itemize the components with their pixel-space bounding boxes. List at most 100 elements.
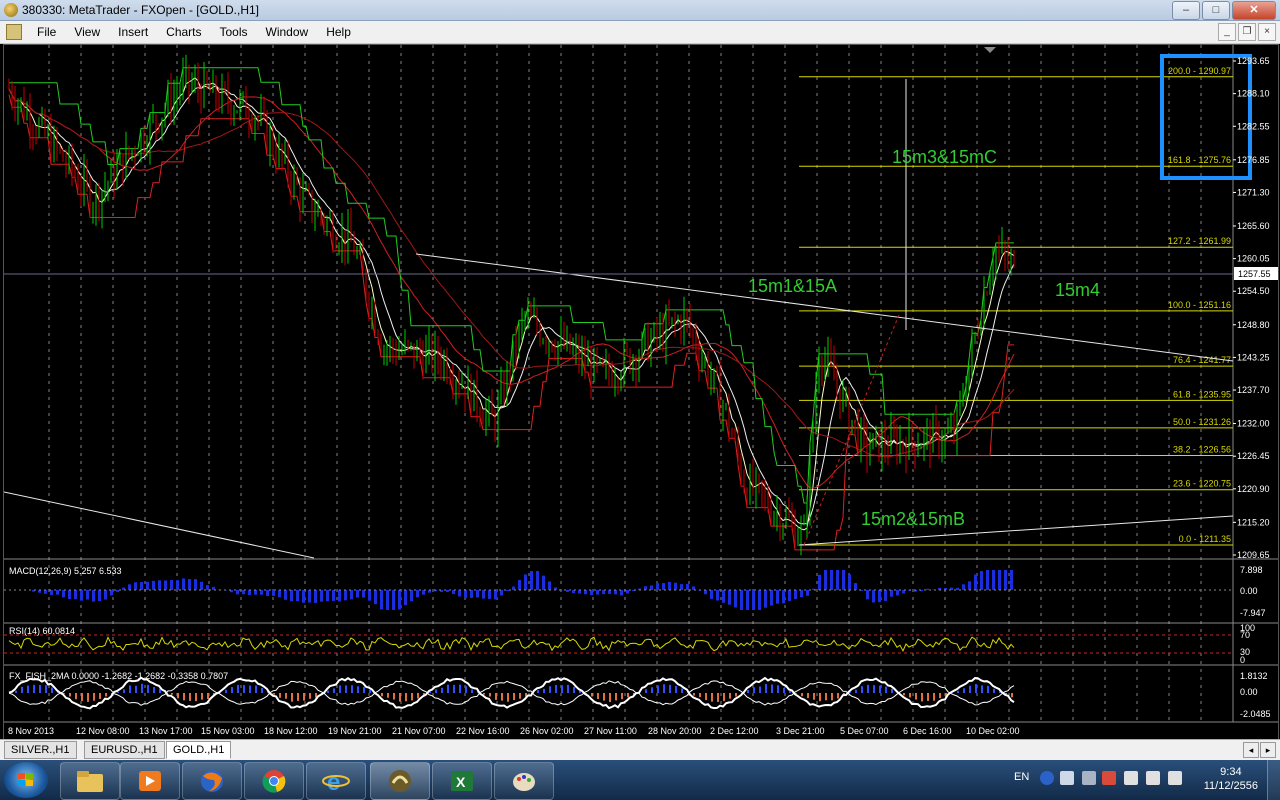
menu-window[interactable]: Window bbox=[257, 24, 318, 40]
fish-bar bbox=[609, 693, 611, 703]
fish-bar bbox=[825, 693, 827, 701]
fish-bar bbox=[243, 685, 245, 693]
fish-bar bbox=[333, 688, 335, 693]
macd-bar bbox=[92, 590, 95, 602]
fish-bar bbox=[195, 693, 197, 702]
taskbar-firefox-button[interactable] bbox=[182, 762, 242, 800]
fish-bar bbox=[21, 686, 23, 693]
action-center-icon[interactable] bbox=[1124, 771, 1138, 785]
svg-text:e: e bbox=[327, 769, 340, 794]
tab-eurusd[interactable]: EURUSD.,H1 bbox=[84, 741, 165, 759]
macd-bar bbox=[926, 588, 929, 590]
tab-silver[interactable]: SILVER.,H1 bbox=[4, 741, 77, 759]
macd-bar bbox=[188, 579, 191, 590]
menu-file[interactable]: File bbox=[28, 24, 65, 40]
taskbar-ie-button[interactable]: e bbox=[306, 762, 366, 800]
fish-bar bbox=[513, 693, 515, 701]
fish-bar bbox=[471, 689, 473, 693]
macd-bar bbox=[482, 590, 485, 599]
show-hidden-icons-icon[interactable] bbox=[1082, 771, 1096, 785]
macd-bar bbox=[584, 590, 587, 595]
network-icon[interactable] bbox=[1102, 771, 1116, 785]
taskbar-explorer-button[interactable] bbox=[60, 762, 120, 800]
macd-bar bbox=[728, 590, 731, 605]
show-desktop-button[interactable] bbox=[1267, 760, 1280, 800]
macd-bar bbox=[98, 590, 101, 602]
macd-bar bbox=[332, 590, 335, 601]
fish-bar bbox=[135, 685, 137, 693]
menu-help[interactable]: Help bbox=[317, 24, 360, 40]
time-axis-label: 5 Dec 07:00 bbox=[840, 726, 889, 736]
fish-bar bbox=[405, 693, 407, 702]
macd-bar bbox=[500, 590, 503, 596]
tab-scroll-left-icon[interactable]: ◂ bbox=[1243, 742, 1259, 758]
chart-window[interactable]: 200.0 - 1290.97 161.8 - 1275.76 127.2 - 12… bbox=[3, 44, 1279, 740]
macd-bar bbox=[356, 590, 359, 598]
moving-average-line bbox=[8, 77, 1015, 531]
fish-bar bbox=[915, 693, 917, 700]
tab-scroll-right-icon[interactable]: ▸ bbox=[1260, 742, 1276, 758]
folder-icon bbox=[77, 771, 103, 792]
keyboard-icon[interactable] bbox=[1060, 771, 1074, 785]
macd-bar bbox=[746, 590, 749, 610]
fish-bar bbox=[99, 693, 101, 699]
language-indicator[interactable]: EN bbox=[1014, 771, 1029, 783]
macd-bar bbox=[284, 590, 287, 600]
chart-minimize-button[interactable]: _ bbox=[1218, 23, 1236, 41]
macd-bar bbox=[512, 586, 515, 590]
macd-bar bbox=[470, 590, 473, 598]
volume-icon[interactable] bbox=[1168, 771, 1182, 785]
price-axis-label: 1293.65 bbox=[1237, 56, 1270, 66]
price-axis-label: 1271.30 bbox=[1237, 187, 1270, 197]
macd-bar bbox=[254, 590, 257, 595]
price-axis-label: 1248.80 bbox=[1237, 320, 1270, 330]
clock[interactable]: 9:34 11/12/2556 bbox=[1204, 765, 1258, 793]
macd-bar bbox=[986, 570, 989, 590]
maximize-button[interactable]: □ bbox=[1202, 1, 1230, 20]
fish-bar bbox=[363, 687, 365, 693]
macd-bar bbox=[650, 585, 653, 590]
fish-bar bbox=[87, 693, 89, 702]
fish-bar bbox=[147, 684, 149, 693]
chart-window-icon[interactable] bbox=[6, 24, 22, 40]
minimize-button[interactable]: ‒ bbox=[1172, 1, 1200, 20]
fish-bar bbox=[759, 686, 761, 693]
taskbar-paint-button[interactable] bbox=[494, 762, 554, 800]
menu-insert[interactable]: Insert bbox=[109, 24, 157, 40]
close-button[interactable]: ✕ bbox=[1232, 1, 1276, 20]
macd-bar bbox=[308, 590, 311, 603]
macd-bar bbox=[602, 590, 605, 595]
fish-bar bbox=[705, 693, 707, 701]
chart-restore-button[interactable]: ❐ bbox=[1238, 23, 1256, 41]
fish-bar bbox=[327, 690, 329, 693]
taskbar-excel-button[interactable]: X bbox=[432, 762, 492, 800]
taskbar-chrome-button[interactable] bbox=[244, 762, 304, 800]
help-icon[interactable] bbox=[1040, 771, 1054, 785]
fish-bar bbox=[123, 689, 125, 693]
menu-view[interactable]: View bbox=[65, 24, 109, 40]
price-axis-label: 1288.10 bbox=[1237, 89, 1270, 99]
start-button[interactable] bbox=[4, 762, 48, 798]
current-price-label: 1257.55 bbox=[1238, 269, 1271, 279]
macd-bar bbox=[800, 590, 803, 598]
chart-close-button[interactable]: × bbox=[1258, 23, 1276, 41]
metatrader-app-icon[interactable] bbox=[4, 3, 18, 17]
fish-bar bbox=[117, 691, 119, 693]
price-axis-label: 1232.00 bbox=[1237, 419, 1270, 429]
taskbar-metatrader-button[interactable] bbox=[370, 762, 430, 800]
fish-bar bbox=[801, 693, 803, 697]
menu-tools[interactable]: Tools bbox=[211, 24, 257, 40]
menu-charts[interactable]: Charts bbox=[157, 24, 210, 40]
tab-gold[interactable]: GOLD.,H1 bbox=[166, 741, 232, 759]
macd-bar bbox=[62, 590, 65, 598]
fish-bar bbox=[873, 685, 875, 693]
fish-bar bbox=[747, 690, 749, 693]
taskbar-media-player-button[interactable] bbox=[120, 762, 180, 800]
macd-bar bbox=[476, 590, 479, 598]
price-chart-canvas[interactable]: 200.0 - 1290.97 161.8 - 1275.76 127.2 - 12… bbox=[3, 45, 1278, 739]
fish-bar bbox=[387, 693, 389, 698]
fish-bar bbox=[777, 685, 779, 693]
signal-icon[interactable] bbox=[1146, 771, 1160, 785]
macd-bar bbox=[662, 583, 665, 590]
macd-bar bbox=[836, 570, 839, 590]
